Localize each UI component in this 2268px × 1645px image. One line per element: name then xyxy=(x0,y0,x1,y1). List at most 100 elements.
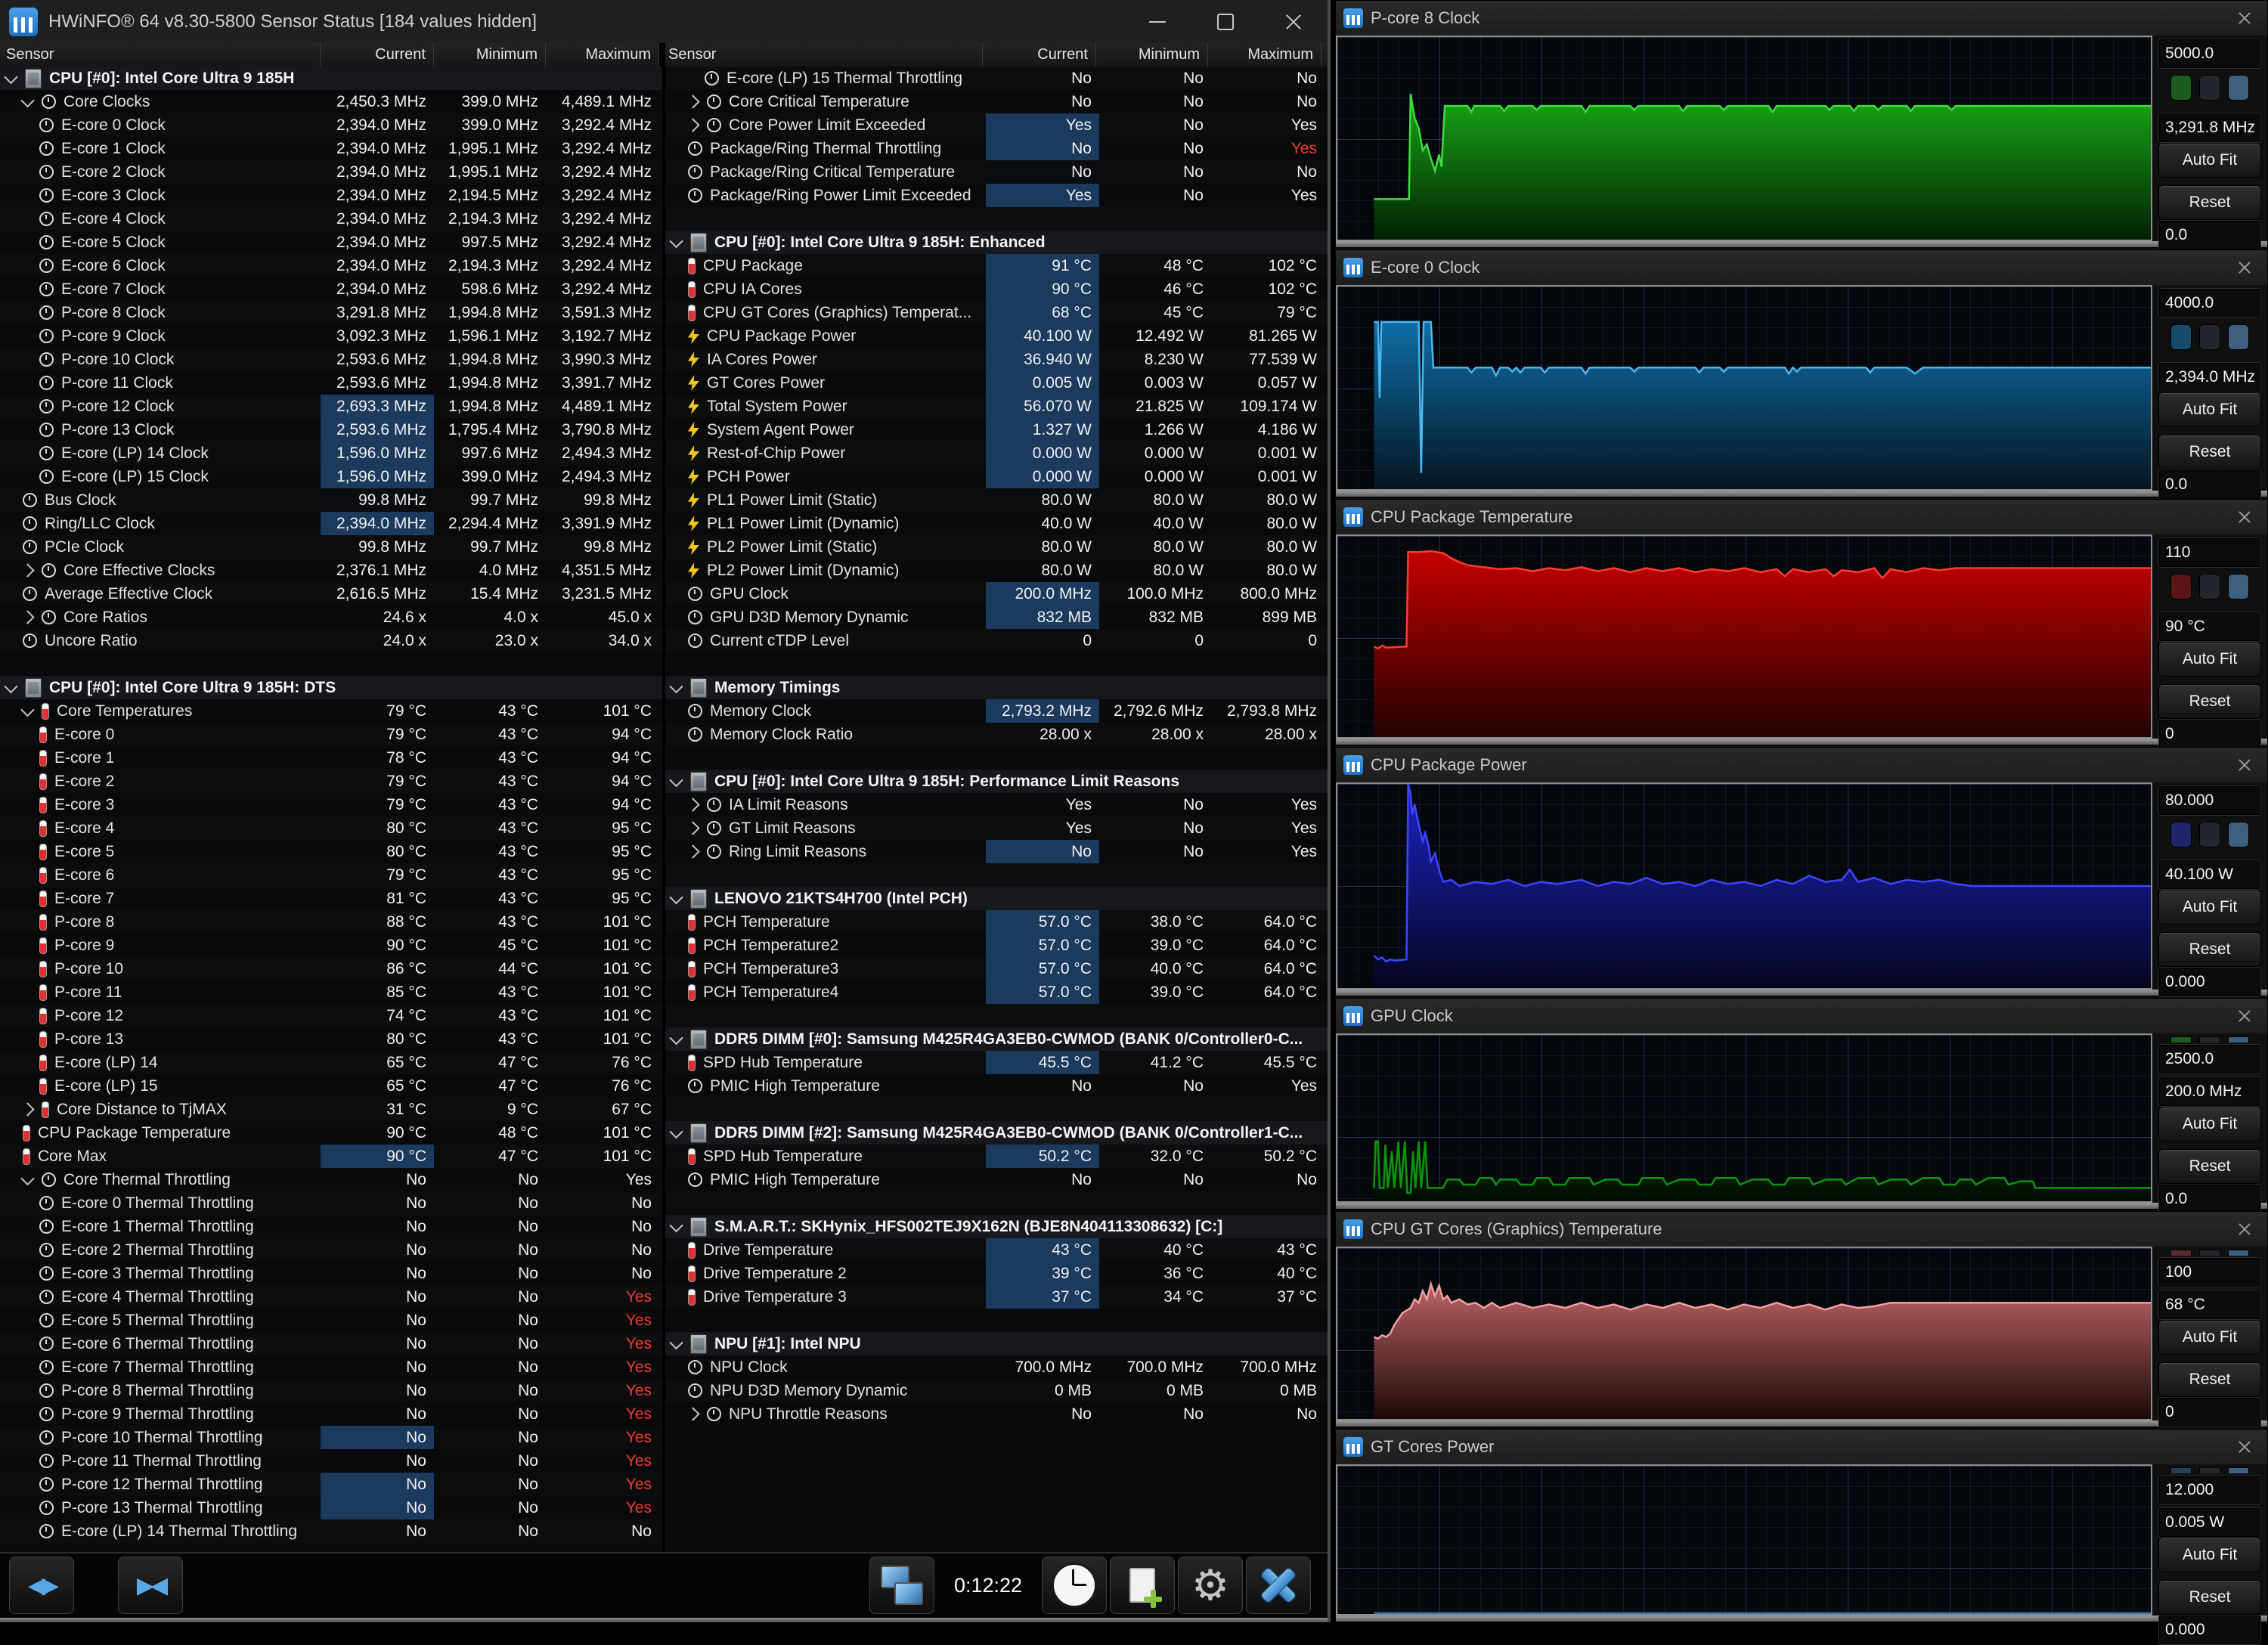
collapse-columns-button[interactable] xyxy=(118,1557,183,1614)
sensor-row[interactable]: E-core 4 Thermal ThrottlingNoNoYes xyxy=(0,1285,662,1309)
sensor-row[interactable]: E-core 5 Clock2,394.0 MHz997.5 MHz3,292.… xyxy=(0,231,662,254)
chevron-right-icon[interactable] xyxy=(20,563,34,577)
sensor-row[interactable]: PL2 Power Limit (Static)80.0 W80.0 W80.0… xyxy=(665,535,1328,559)
sensor-row[interactable]: P-core 888 °C43 °C101 °C xyxy=(0,910,662,934)
chevron-down-icon[interactable] xyxy=(669,1031,683,1045)
auto-fit-button[interactable]: Auto Fit xyxy=(2158,143,2261,178)
scale-max-box[interactable]: 100 xyxy=(2158,1257,2261,1287)
sensor-row[interactable]: CPU Package Power40.100 W12.492 W81.265 … xyxy=(665,324,1328,348)
graph-color-swatch[interactable] xyxy=(2228,1467,2249,1473)
sensor-row[interactable]: PCH Temperature257.0 °C39.0 °C64.0 °C xyxy=(665,934,1328,957)
sensor-row[interactable]: CPU Package Temperature90 °C48 °C101 °C xyxy=(0,1121,662,1145)
auto-fit-button[interactable]: Auto Fit xyxy=(2158,1107,2261,1142)
chevron-down-icon[interactable] xyxy=(669,1336,683,1349)
sensor-row[interactable]: E-core 379 °C43 °C94 °C xyxy=(0,793,662,816)
sensor-row[interactable]: NPU Throttle ReasonsNoNoNo xyxy=(665,1402,1328,1426)
chevron-down-icon[interactable] xyxy=(669,1219,683,1232)
panel-close-icon[interactable] xyxy=(2237,1008,2252,1024)
graph-color-swatch[interactable] xyxy=(2228,75,2249,101)
graph-color-swatch[interactable] xyxy=(2170,1250,2192,1256)
sensor-row[interactable]: Ring Limit ReasonsNoNoYes xyxy=(665,840,1328,863)
auto-fit-button[interactable]: Auto Fit xyxy=(2158,1320,2261,1355)
sensor-section-row[interactable]: CPU [#0]: Intel Core Ultra 9 185H: Enhan… xyxy=(665,231,1328,254)
sensor-row[interactable]: E-core (LP) 1465 °C47 °C76 °C xyxy=(0,1051,662,1074)
sensor-section-row[interactable]: CPU [#0]: Intel Core Ultra 9 185H: Perfo… xyxy=(665,770,1328,793)
sensor-row[interactable]: PL2 Power Limit (Dynamic)80.0 W80.0 W80.… xyxy=(665,559,1328,582)
sensor-row[interactable]: SPD Hub Temperature50.2 °C32.0 °C50.2 °C xyxy=(665,1145,1328,1168)
sensor-row[interactable]: PCH Power0.000 W0.000 W0.001 W xyxy=(665,465,1328,488)
sensor-section-row[interactable]: S.M.A.R.T.: SKHynix_HFS002TEJ9X162N (BJE… xyxy=(665,1215,1328,1238)
sensor-row[interactable]: CPU GT Cores (Graphics) Temperat...68 °C… xyxy=(665,301,1328,324)
scale-min-box[interactable]: 0 xyxy=(2158,719,2261,749)
sensor-row[interactable]: P-core 1274 °C43 °C101 °C xyxy=(0,1004,662,1027)
reset-button[interactable]: Reset xyxy=(2158,932,2261,967)
sensor-row[interactable]: E-core (LP) 1565 °C47 °C76 °C xyxy=(0,1074,662,1098)
scale-max-box[interactable]: 110 xyxy=(2158,537,2261,568)
chevron-right-icon[interactable] xyxy=(20,610,34,624)
auto-fit-button[interactable]: Auto Fit xyxy=(2158,642,2261,677)
sensor-row[interactable]: Core Distance to TjMAX31 °C9 °C67 °C xyxy=(0,1098,662,1121)
sensor-row[interactable]: CPU Package91 °C48 °C102 °C xyxy=(665,254,1328,277)
panel-close-icon[interactable] xyxy=(2237,510,2252,525)
chevron-right-icon[interactable] xyxy=(686,118,699,132)
chevron-down-icon[interactable] xyxy=(4,70,17,84)
scale-max-box[interactable]: 12.000 xyxy=(2158,1475,2261,1505)
panel-close-icon[interactable] xyxy=(2237,260,2252,275)
sensor-row[interactable]: E-core 4 Clock2,394.0 MHz2,194.3 MHz3,29… xyxy=(0,207,662,231)
sensor-section-row[interactable]: LENOVO 21KTS4H700 (Intel PCH) xyxy=(665,887,1328,910)
graph-color-swatch[interactable] xyxy=(2199,574,2220,599)
scale-max-box[interactable]: 80.000 xyxy=(2158,785,2261,816)
sensor-row[interactable]: PCH Temperature357.0 °C40.0 °C64.0 °C xyxy=(665,957,1328,980)
sensor-row[interactable]: Core Clocks2,450.3 MHz399.0 MHz4,489.1 M… xyxy=(0,90,662,113)
sensor-section-row[interactable]: DDR5 DIMM [#2]: Samsung M425R4GA3EB0-CWM… xyxy=(665,1121,1328,1145)
sensor-row[interactable]: E-core 178 °C43 °C94 °C xyxy=(0,746,662,770)
sensor-row[interactable]: Average Effective Clock2,616.5 MHz15.4 M… xyxy=(0,582,662,606)
reset-button[interactable]: Reset xyxy=(2158,1149,2261,1184)
sensor-row[interactable]: P-core 9 Clock3,092.3 MHz1,596.1 MHz3,19… xyxy=(0,324,662,348)
sensor-row[interactable]: E-core 781 °C43 °C95 °C xyxy=(0,887,662,910)
sensor-row[interactable]: P-core 13 Clock2,593.6 MHz1,795.4 MHz3,7… xyxy=(0,418,662,441)
sensor-row[interactable]: Total System Power56.070 W21.825 W109.17… xyxy=(665,395,1328,418)
sensor-row[interactable]: E-core 6 Clock2,394.0 MHz2,194.3 MHz3,29… xyxy=(0,254,662,277)
graph-color-swatch[interactable] xyxy=(2199,822,2220,847)
sensor-row[interactable]: P-core 1380 °C43 °C101 °C xyxy=(0,1027,662,1051)
sensor-row[interactable]: Core Critical TemperatureNoNoNo xyxy=(665,90,1328,113)
sensor-row[interactable]: System Agent Power1.327 W1.266 W4.186 W xyxy=(665,418,1328,441)
chevron-right-icon[interactable] xyxy=(686,1407,699,1420)
sensor-row[interactable]: P-core 13 Thermal ThrottlingNoNoYes xyxy=(0,1496,662,1520)
sensor-row[interactable]: E-core 0 Clock2,394.0 MHz399.0 MHz3,292.… xyxy=(0,113,662,137)
sensor-row[interactable]: P-core 990 °C45 °C101 °C xyxy=(0,934,662,957)
sensor-section-row[interactable]: CPU [#0]: Intel Core Ultra 9 185H: DTS xyxy=(0,676,662,699)
chevron-down-icon[interactable] xyxy=(20,1172,34,1185)
sensor-row[interactable]: GPU D3D Memory Dynamic832 MB832 MB899 MB xyxy=(665,606,1328,629)
logging-clock-button[interactable] xyxy=(1042,1557,1107,1614)
sensor-row[interactable]: Memory Clock2,793.2 MHz2,792.6 MHz2,793.… xyxy=(665,699,1328,723)
graph-color-swatch[interactable] xyxy=(2228,1036,2249,1042)
sensor-row[interactable]: GPU Clock200.0 MHz100.0 MHz800.0 MHz xyxy=(665,582,1328,606)
graph-color-swatch[interactable] xyxy=(2228,1250,2249,1256)
sensor-row[interactable]: E-core (LP) 14 Clock1,596.0 MHz997.6 MHz… xyxy=(0,441,662,465)
auto-fit-button[interactable]: Auto Fit xyxy=(2158,890,2261,925)
chevron-right-icon[interactable] xyxy=(20,1102,34,1116)
reset-button[interactable]: Reset xyxy=(2158,1362,2261,1397)
chevron-down-icon[interactable] xyxy=(20,94,34,107)
sensor-row[interactable]: PCH Temperature457.0 °C39.0 °C64.0 °C xyxy=(665,980,1328,1004)
graph-color-swatch[interactable] xyxy=(2170,324,2192,350)
graph-color-swatch[interactable] xyxy=(2228,822,2249,847)
sensor-row[interactable]: Drive Temperature43 °C40 °C43 °C xyxy=(665,1238,1328,1262)
graph-color-swatch[interactable] xyxy=(2199,1036,2220,1042)
settings-button[interactable] xyxy=(1178,1557,1243,1614)
sensor-row[interactable]: P-core 1185 °C43 °C101 °C xyxy=(0,980,662,1004)
graph-color-swatch[interactable] xyxy=(2170,822,2192,847)
sensor-row[interactable]: P-core 9 Thermal ThrottlingNoNoYes xyxy=(0,1402,662,1426)
sensor-row[interactable]: Core Max90 °C47 °C101 °C xyxy=(0,1145,662,1168)
sensor-row[interactable]: Memory Clock Ratio28.00 x28.00 x28.00 x xyxy=(665,723,1328,746)
graph-color-swatch[interactable] xyxy=(2228,574,2249,599)
graph-color-swatch[interactable] xyxy=(2199,1467,2220,1473)
sensor-row[interactable]: NPU Clock700.0 MHz700.0 MHz700.0 MHz xyxy=(665,1355,1328,1379)
sensor-row[interactable]: Package/Ring Thermal ThrottlingNoNoYes xyxy=(665,137,1328,160)
sensor-row[interactable]: E-core 6 Thermal ThrottlingNoNoYes xyxy=(0,1332,662,1355)
sensor-row[interactable]: Core Thermal ThrottlingNoNoYes xyxy=(0,1168,662,1191)
sensor-row[interactable]: E-core 2 Thermal ThrottlingNoNoNo xyxy=(0,1238,662,1262)
panel-close-icon[interactable] xyxy=(2237,757,2252,773)
